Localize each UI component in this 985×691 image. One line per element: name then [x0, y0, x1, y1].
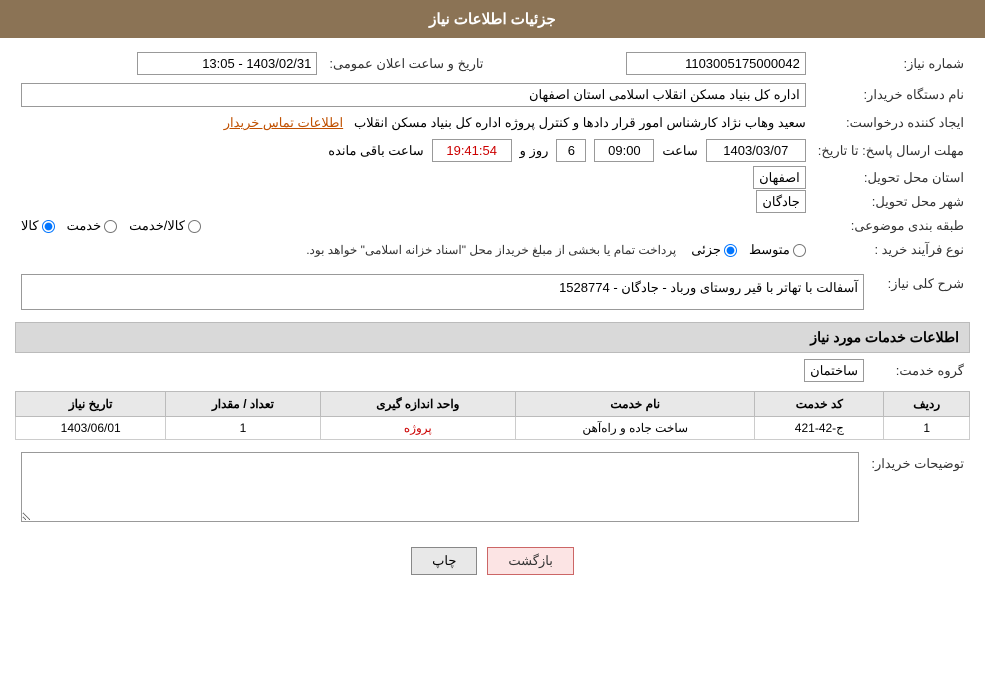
cell-service-name: ساخت جاده و راه‌آهن [516, 417, 755, 440]
purchase-type-motavasset-label: متوسط [749, 242, 790, 258]
category-label: طبقه بندی موضوعی: [812, 214, 970, 238]
row-requester: ایجاد کننده درخواست: سعید وهاب نژاد کارش… [15, 111, 970, 135]
button-row: بازگشت چاپ [15, 537, 970, 585]
services-table-header-row: ردیف کد خدمت نام خدمت واحد اندازه گیری ت… [16, 392, 970, 417]
col-unit: واحد اندازه گیری [320, 392, 516, 417]
buyer-org-value: اداره کل بنیاد مسکن انقلاب اسلامی استان … [15, 79, 812, 111]
delivery-city-value: جادگان [15, 190, 812, 214]
page-container: جزئیات اطلاعات نیاز شماره نیاز: 11030051… [0, 0, 985, 691]
services-table-body: 1 ج-42-421 ساخت جاده و راه‌آهن پروژه 1 1… [16, 417, 970, 440]
row-response-deadline: مهلت ارسال پاسخ: تا تاریخ: 1403/03/07 سا… [15, 135, 970, 166]
response-remaining-time: 19:41:54 [432, 139, 512, 162]
delivery-province-input: اصفهان [753, 166, 806, 189]
need-number-input: 1103005175000042 [626, 52, 806, 75]
category-kala-khedmat-label: کالا/خدمت [129, 218, 185, 234]
category-kala: کالا [21, 218, 55, 234]
row-service-group: گروه خدمت: ساختمان [15, 359, 970, 383]
requester-value: سعید وهاب نژاد کارشناس امور قرار دادها و… [15, 111, 812, 135]
row-category: طبقه بندی موضوعی: کالا/خدمت خدمت [15, 214, 970, 238]
row-need-number: شماره نیاز: 1103005175000042 تاریخ و ساع… [15, 48, 970, 79]
buyer-notes-section: توضیحات خریدار: [15, 448, 970, 529]
col-service-name: نام خدمت [516, 392, 755, 417]
cell-row-num: 1 [884, 417, 970, 440]
info-table: شماره نیاز: 1103005175000042 تاریخ و ساع… [15, 48, 970, 262]
print-button[interactable]: چاپ [411, 547, 477, 575]
delivery-province-value: اصفهان [15, 166, 812, 190]
services-table-header: ردیف کد خدمت نام خدمت واحد اندازه گیری ت… [16, 392, 970, 417]
back-button[interactable]: بازگشت [487, 547, 573, 575]
buyer-notes-label: توضیحات خریدار: [865, 448, 970, 529]
need-description-input: آسفالت با تهاتر با قیر روستای ورباد - جا… [21, 274, 864, 310]
services-section-title: اطلاعات خدمات مورد نیاز [15, 322, 970, 353]
buyer-org-label: نام دستگاه خریدار: [812, 79, 970, 111]
service-group-label: گروه خدمت: [870, 359, 970, 383]
category-khedmat-label: خدمت [67, 218, 102, 234]
response-time: 09:00 [594, 139, 654, 162]
row-delivery-province: استان محل تحویل: اصفهان [15, 166, 970, 190]
main-content: شماره نیاز: 1103005175000042 تاریخ و ساع… [0, 38, 985, 595]
category-khedmat: خدمت [67, 218, 118, 234]
cell-unit: پروژه [320, 417, 516, 440]
cell-date: 1403/06/01 [16, 417, 166, 440]
row-delivery-city: شهر محل تحویل: جادگان [15, 190, 970, 214]
purchase-type-radio-row: متوسط جزئی [691, 242, 806, 258]
purchase-type-jozi-label: جزئی [691, 242, 721, 258]
row-need-description: شرح کلی نیاز: آسفالت با تهاتر با قیر روس… [15, 270, 970, 314]
response-days: 6 [556, 139, 586, 162]
need-description-label: شرح کلی نیاز: [870, 270, 970, 314]
header-title: جزئیات اطلاعات نیاز [429, 11, 556, 28]
response-remaining-label: ساعت باقی مانده [328, 143, 423, 159]
announcement-date-input: 1403/02/31 - 13:05 [137, 52, 317, 75]
requester-text: سعید وهاب نژاد کارشناس امور قرار دادها و… [354, 115, 806, 130]
purchase-type-note: پرداخت تمام یا بخشی از مبلغ خریداز محل "… [306, 243, 676, 257]
need-description-value: آسفالت با تهاتر با قیر روستای ورباد - جا… [15, 270, 870, 314]
response-time-label: ساعت [662, 143, 697, 159]
requester-label: ایجاد کننده درخواست: [812, 111, 970, 135]
purchase-type-motavasset: متوسط [749, 242, 806, 258]
category-radio-row: کالا/خدمت خدمت کالا [21, 218, 806, 234]
row-buyer-org: نام دستگاه خریدار: اداره کل بنیاد مسکن ا… [15, 79, 970, 111]
col-row-num: ردیف [884, 392, 970, 417]
col-service-code: کد خدمت [755, 392, 884, 417]
service-group-table: گروه خدمت: ساختمان [15, 359, 970, 383]
announcement-date-label: تاریخ و ساعت اعلان عمومی: [323, 48, 503, 79]
response-date: 1403/03/07 [706, 139, 806, 162]
need-number-label: شماره نیاز: [812, 48, 970, 79]
buyer-notes-value [15, 448, 865, 529]
delivery-city-label: شهر محل تحویل: [812, 190, 970, 214]
category-khedmat-radio[interactable] [104, 220, 117, 233]
category-kala-khedmat: کالا/خدمت [129, 218, 201, 234]
purchase-type-motavasset-radio[interactable] [793, 244, 806, 257]
announcement-date-value: 1403/02/31 - 13:05 [15, 48, 323, 79]
contact-info-link[interactable]: اطلاعات تماس خریدار [224, 115, 343, 130]
purchase-type-label: نوع فرآیند خرید : [812, 238, 970, 262]
buyer-notes-textarea[interactable] [21, 452, 859, 522]
response-deadline-row: 1403/03/07 ساعت 09:00 6 روز و 19:41:54 س… [15, 135, 812, 166]
category-kala-label: کالا [21, 218, 39, 234]
response-days-label: روز و [520, 143, 549, 159]
category-options: کالا/خدمت خدمت کالا [15, 214, 812, 238]
category-kala-radio[interactable] [42, 220, 55, 233]
cell-quantity: 1 [166, 417, 320, 440]
buyer-org-input: اداره کل بنیاد مسکن انقلاب اسلامی استان … [21, 83, 806, 107]
purchase-type-jozi-radio[interactable] [724, 244, 737, 257]
services-table: ردیف کد خدمت نام خدمت واحد اندازه گیری ت… [15, 391, 970, 440]
col-quantity: تعداد / مقدار [166, 392, 320, 417]
row-buyer-notes: توضیحات خریدار: [15, 448, 970, 529]
table-row: 1 ج-42-421 ساخت جاده و راه‌آهن پروژه 1 1… [16, 417, 970, 440]
category-kala-khedmat-radio[interactable] [188, 220, 201, 233]
col-date: تاریخ نیاز [16, 392, 166, 417]
delivery-province-label: استان محل تحویل: [812, 166, 970, 190]
purchase-type-jozi: جزئی [691, 242, 737, 258]
need-number-value: 1103005175000042 [503, 48, 811, 79]
page-header: جزئیات اطلاعات نیاز [0, 0, 985, 38]
need-description-section: شرح کلی نیاز: آسفالت با تهاتر با قیر روس… [15, 270, 970, 314]
response-deadline-label: مهلت ارسال پاسخ: تا تاریخ: [812, 135, 970, 166]
service-group-value: ساختمان [15, 359, 870, 383]
purchase-type-row: متوسط جزئی پرداخت تمام یا بخشی از مبلغ خ… [15, 238, 812, 262]
cell-service-code: ج-42-421 [755, 417, 884, 440]
service-group-input: ساختمان [804, 359, 864, 382]
delivery-city-input: جادگان [756, 190, 805, 213]
row-purchase-type: نوع فرآیند خرید : متوسط جزئی [15, 238, 970, 262]
